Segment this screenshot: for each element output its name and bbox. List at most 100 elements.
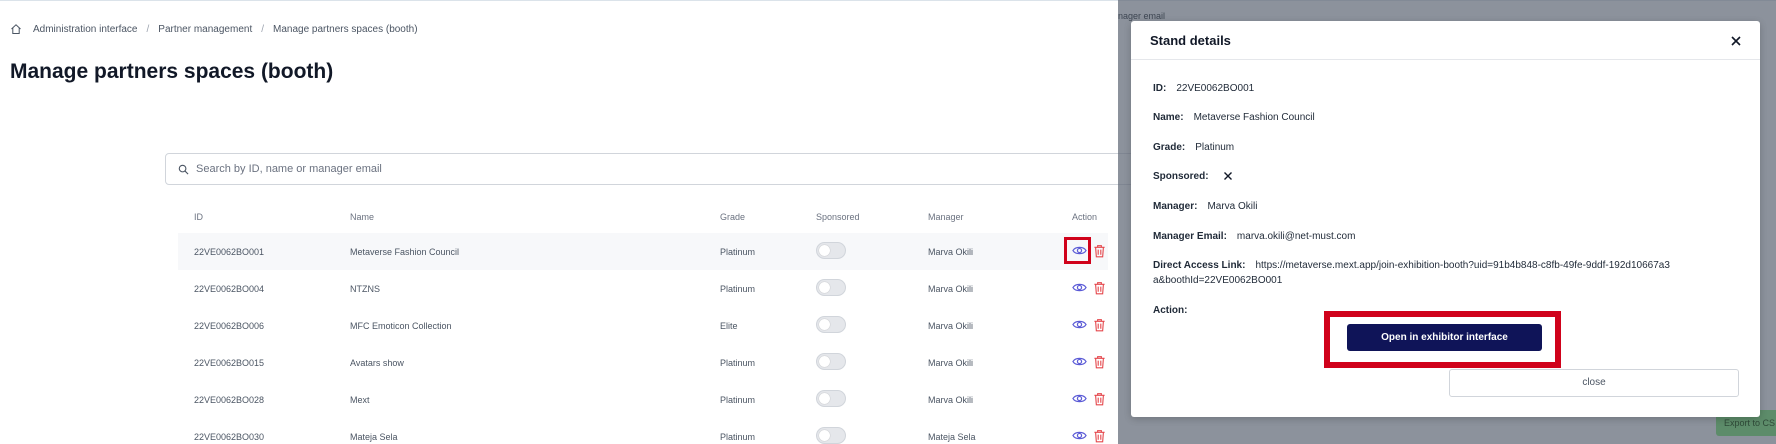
cell-name: Avatars show xyxy=(350,358,404,368)
field-sponsored: Sponsored: xyxy=(1153,171,1233,182)
row-actions xyxy=(1072,280,1106,295)
breadcrumb-item-admin[interactable]: Administration interface xyxy=(33,24,138,35)
cell-grade: Platinum xyxy=(720,358,756,368)
field-manager-label: Manager: xyxy=(1153,201,1198,212)
cell-name: Metaverse Fashion Council xyxy=(350,247,460,257)
field-manager-email-label: Manager Email: xyxy=(1153,231,1227,242)
header-id[interactable]: ID xyxy=(194,212,203,222)
breadcrumb: Administration interface / Partner manag… xyxy=(10,23,418,35)
header-grade[interactable]: Grade xyxy=(720,212,745,222)
cell-manager: Marva Okili xyxy=(928,247,974,257)
booth-table: ID Name Grade Sponsored Manager Action 2… xyxy=(178,203,1108,444)
sponsored-toggle[interactable] xyxy=(816,279,846,296)
row-actions xyxy=(1072,391,1106,406)
field-name-value: Metaverse Fashion Council xyxy=(1193,112,1315,123)
trash-icon[interactable] xyxy=(1093,429,1106,443)
field-id-label: ID: xyxy=(1153,83,1167,94)
field-manager-email: Manager Email: marva.okili@net-must.com xyxy=(1153,231,1355,242)
table-row[interactable]: 22VE0062BO006 MFC Emoticon Collection El… xyxy=(178,307,1108,344)
trash-icon[interactable] xyxy=(1093,244,1106,258)
open-exhibitor-interface-button[interactable]: Open in exhibitor interface xyxy=(1347,324,1542,351)
row-actions xyxy=(1072,354,1106,369)
table-header: ID Name Grade Sponsored Manager Action xyxy=(178,203,1108,233)
breadcrumb-separator: / xyxy=(146,23,150,35)
field-id-value: 22VE0062BO001 xyxy=(1176,83,1255,94)
cell-grade: Platinum xyxy=(720,284,756,294)
eye-icon[interactable] xyxy=(1072,243,1087,258)
cell-name: Mext xyxy=(350,395,370,405)
row-actions xyxy=(1072,317,1106,332)
sponsored-toggle[interactable] xyxy=(816,316,846,333)
sponsored-toggle[interactable] xyxy=(816,390,846,407)
cell-id: 22VE0062BO006 xyxy=(194,321,265,331)
close-button[interactable]: close xyxy=(1449,369,1739,397)
cell-manager: Marva Okili xyxy=(928,284,974,294)
cell-name: MFC Emoticon Collection xyxy=(350,321,452,331)
field-sponsored-label: Sponsored: xyxy=(1153,171,1209,182)
header-name[interactable]: Name xyxy=(350,212,374,222)
header-manager[interactable]: Manager xyxy=(928,212,964,222)
modal-divider xyxy=(1131,59,1760,60)
cell-name: Mateja Sela xyxy=(350,432,398,442)
table-row[interactable]: 22VE0062BO004 NTZNS Platinum Marva Okili xyxy=(178,270,1108,307)
cell-id: 22VE0062BO004 xyxy=(194,284,265,294)
home-icon[interactable] xyxy=(10,23,22,35)
eye-icon[interactable] xyxy=(1072,391,1087,406)
sponsored-toggle[interactable] xyxy=(816,242,846,259)
cell-grade: Elite xyxy=(720,321,738,331)
trash-icon[interactable] xyxy=(1093,281,1106,295)
breadcrumb-item-current: Manage partners spaces (booth) xyxy=(273,23,418,35)
field-grade-value: Platinum xyxy=(1195,142,1235,153)
page-title: Manage partners spaces (booth) xyxy=(10,60,334,83)
cell-id: 22VE0062BO015 xyxy=(194,358,265,368)
close-icon[interactable] xyxy=(1729,34,1743,48)
cell-id: 22VE0062BO001 xyxy=(194,247,265,257)
field-action-label: Action: xyxy=(1153,305,1188,316)
sponsored-toggle[interactable] xyxy=(816,353,846,370)
cell-manager: Mateja Sela xyxy=(928,432,976,442)
breadcrumb-separator: / xyxy=(261,23,265,35)
modal-title: Stand details xyxy=(1150,33,1231,48)
breadcrumb-item-partner-management[interactable]: Partner management xyxy=(158,24,252,35)
field-id: ID: 22VE0062BO001 xyxy=(1153,83,1254,94)
search-icon xyxy=(178,164,189,174)
field-name: Name: Metaverse Fashion Council xyxy=(1153,112,1315,123)
page: Administration interface / Partner manag… xyxy=(0,0,1776,444)
row-actions xyxy=(1072,428,1106,443)
cell-manager: Marva Okili xyxy=(928,395,974,405)
field-name-label: Name: xyxy=(1153,112,1184,123)
eye-icon[interactable] xyxy=(1072,354,1087,369)
field-grade-label: Grade: xyxy=(1153,142,1186,153)
field-direct-link: Direct Access Link: https://metaverse.mex… xyxy=(1153,258,1673,288)
table-row[interactable]: 22VE0062BO015 Avatars show Platinum Marv… xyxy=(178,344,1108,381)
eye-icon[interactable] xyxy=(1072,280,1087,295)
eye-icon[interactable] xyxy=(1072,428,1087,443)
field-manager-email-value: marva.okili@net-must.com xyxy=(1236,231,1356,242)
cell-grade: Platinum xyxy=(720,432,756,442)
cell-grade: Platinum xyxy=(720,395,756,405)
field-grade: Grade: Platinum xyxy=(1153,142,1234,153)
cell-id: 22VE0062BO030 xyxy=(194,432,265,442)
header-sponsored[interactable]: Sponsored xyxy=(816,212,860,222)
sponsored-toggle[interactable] xyxy=(816,427,846,444)
field-action: Action: xyxy=(1153,305,1197,316)
backdrop-ghost-text: nager email xyxy=(1118,11,1166,21)
eye-icon[interactable] xyxy=(1072,317,1087,332)
trash-icon[interactable] xyxy=(1093,392,1106,406)
header-action: Action xyxy=(1072,212,1098,222)
table-row[interactable]: 22VE0062BO001 Metaverse Fashion Council … xyxy=(178,233,1108,270)
cell-manager: Marva Okili xyxy=(928,321,974,331)
row-actions xyxy=(1072,243,1106,258)
field-manager-value: Marva Okili xyxy=(1207,201,1258,212)
cell-id: 22VE0062BO028 xyxy=(194,395,265,405)
trash-icon[interactable] xyxy=(1093,318,1106,332)
table-row[interactable]: 22VE0062BO030 Mateja Sela Platinum Matej… xyxy=(178,418,1108,444)
cell-manager: Marva Okili xyxy=(928,358,974,368)
trash-icon[interactable] xyxy=(1093,355,1106,369)
cell-name: NTZNS xyxy=(350,284,380,294)
search-input[interactable] xyxy=(196,163,1096,175)
cell-grade: Platinum xyxy=(720,247,756,257)
field-direct-link-label: Direct Access Link: xyxy=(1153,260,1246,271)
x-icon xyxy=(1223,172,1232,181)
table-row[interactable]: 22VE0062BO028 Mext Platinum Marva Okili xyxy=(178,381,1108,418)
